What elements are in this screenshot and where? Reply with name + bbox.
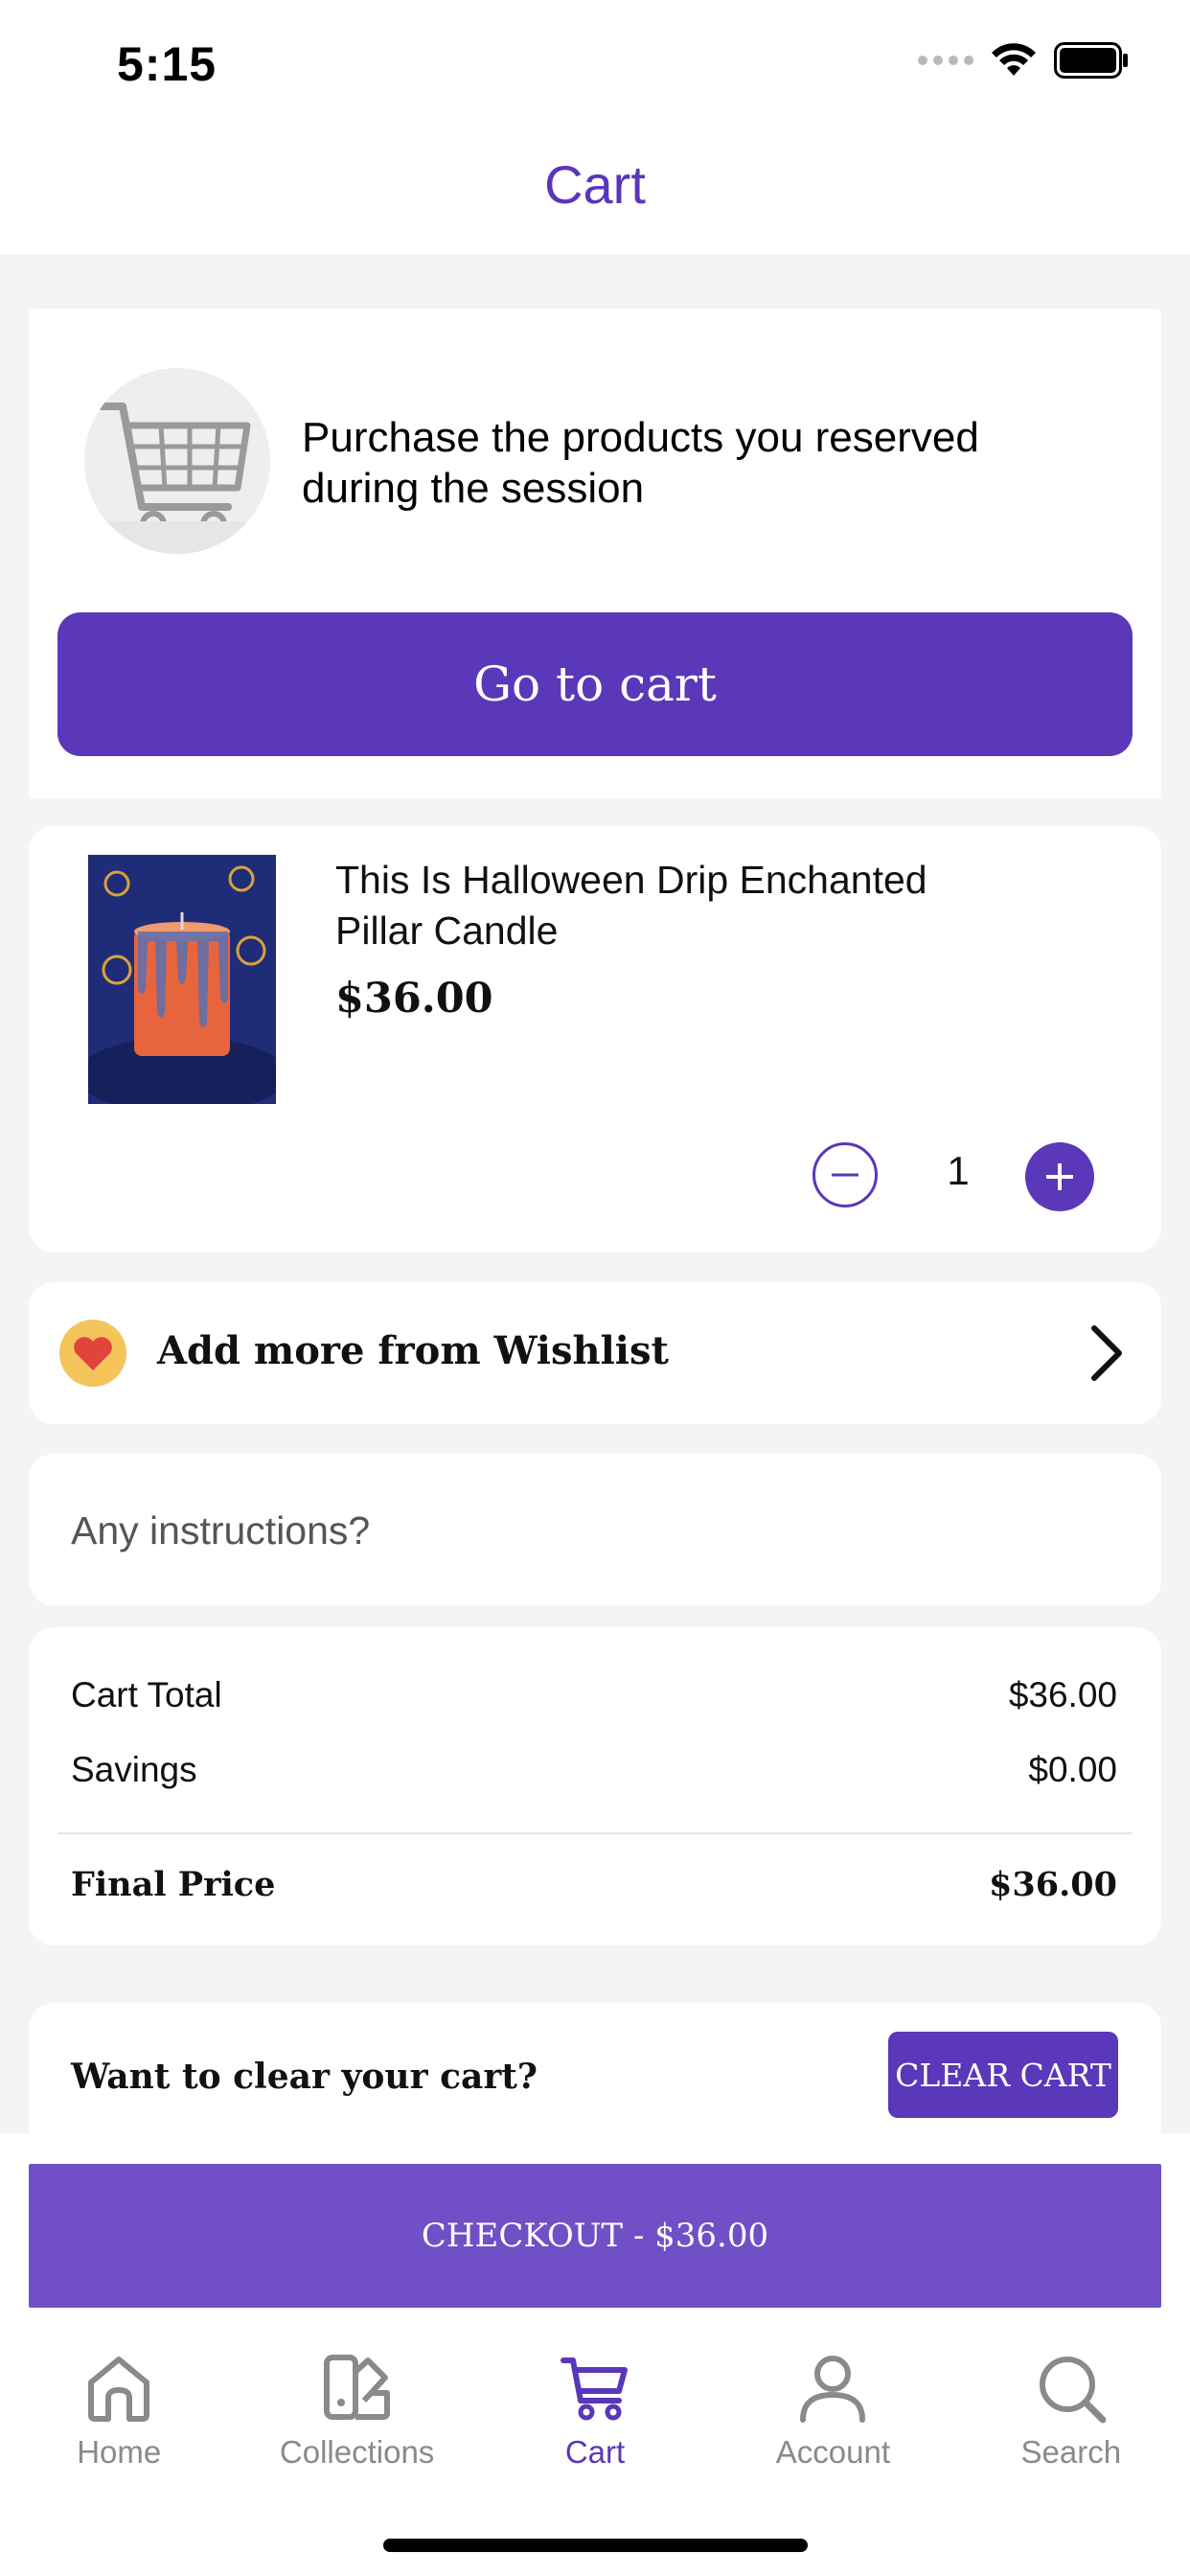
product-price: $36.00 [335, 975, 493, 1023]
product-name[interactable]: This Is Halloween Drip Enchanted Pillar … [335, 855, 1025, 956]
cart-total-row: Cart Total $36.00 [71, 1675, 1117, 1715]
minus-icon [832, 1173, 858, 1177]
wifi-icon [992, 43, 1036, 76]
order-summary: Cart Total $36.00 Savings $0.00 Final Pr… [29, 1627, 1161, 1945]
tab-cart[interactable]: Cart [476, 2350, 714, 2494]
cart-total-value: $36.00 [1008, 1675, 1117, 1714]
reservation-card: Purchase the products you reserved durin… [29, 309, 1161, 799]
quantity-value: 1 [947, 1148, 970, 1193]
battery-icon [1054, 42, 1128, 79]
clear-cart-card: Want to clear your cart? CLEAR CART [29, 2003, 1161, 2147]
heart-icon [59, 1320, 126, 1387]
final-price-row: Final Price $36.00 [71, 1865, 1117, 1904]
savings-label: Savings [71, 1750, 197, 1789]
tab-account[interactable]: Account [714, 2350, 951, 2494]
divider [57, 1832, 1133, 1834]
final-price-value: $36.00 [989, 1865, 1117, 1904]
account-icon [794, 2350, 871, 2426]
tab-label: Account [775, 2434, 891, 2470]
chevron-right-icon [1091, 1325, 1122, 1381]
plus-icon [1046, 1163, 1073, 1190]
signal-icon [918, 56, 973, 65]
increase-quantity-button[interactable] [1025, 1142, 1094, 1211]
page-title: Cart [544, 154, 646, 215]
decrease-quantity-button[interactable] [812, 1142, 878, 1208]
bottom-bar: CHECKOUT - $36.00 Home Collections Cart … [0, 2133, 1190, 2576]
tab-home[interactable]: Home [0, 2350, 238, 2494]
tab-collections[interactable]: Collections [238, 2350, 475, 2494]
top-bar: 5:15 Cart [0, 0, 1190, 254]
checkout-button[interactable]: CHECKOUT - $36.00 [29, 2164, 1161, 2308]
tab-search[interactable]: Search [952, 2350, 1190, 2494]
savings-value: $0.00 [1028, 1750, 1117, 1789]
clear-cart-question: Want to clear your cart? [71, 2057, 538, 2097]
tab-label: Collections [279, 2434, 435, 2470]
tab-label: Home [77, 2434, 162, 2470]
status-time: 5:15 [117, 37, 217, 91]
status-icons [918, 42, 1129, 79]
wishlist-row[interactable]: Add more from Wishlist [29, 1282, 1161, 1424]
go-to-cart-button[interactable]: Go to cart [57, 612, 1133, 756]
collections-icon [319, 2350, 396, 2426]
savings-row: Savings $0.00 [71, 1750, 1117, 1790]
clear-cart-button[interactable]: CLEAR CART [888, 2032, 1118, 2118]
cart-illustration-icon [84, 368, 270, 554]
home-icon [80, 2350, 157, 2426]
cart-item: This Is Halloween Drip Enchanted Pillar … [29, 826, 1161, 1253]
product-image[interactable] [88, 855, 276, 1104]
tab-label: Search [1020, 2434, 1122, 2470]
cart-total-label: Cart Total [71, 1675, 222, 1714]
cart-icon [557, 2350, 633, 2426]
tab-label: Cart [564, 2434, 626, 2470]
final-price-label: Final Price [71, 1865, 276, 1904]
reservation-message: Purchase the products you reserved durin… [302, 414, 979, 512]
wishlist-label: Add more from Wishlist [157, 1328, 669, 1373]
search-icon [1033, 2350, 1110, 2426]
instructions-input[interactable] [71, 1502, 1115, 1559]
tab-bar: Home Collections Cart Account Search [0, 2350, 1190, 2494]
home-indicator [383, 2539, 808, 2552]
instructions-card [29, 1454, 1161, 1605]
